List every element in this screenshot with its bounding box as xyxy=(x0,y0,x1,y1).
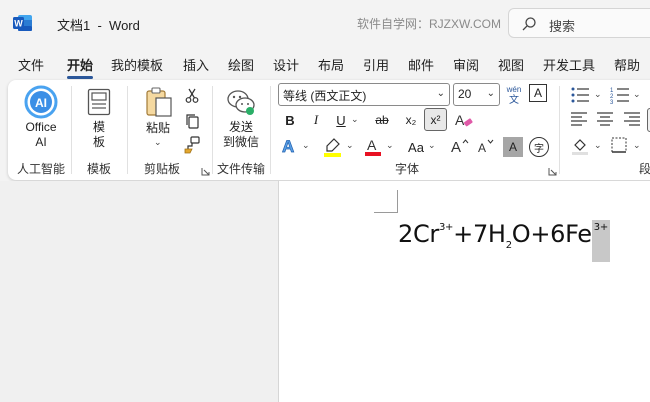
chevron-down-icon[interactable]: ⌄ xyxy=(594,140,602,151)
change-case-button[interactable]: Aa xyxy=(404,136,428,158)
group-label-file-transfer: 文件传输 xyxy=(217,162,266,176)
word-logo-icon: W xyxy=(13,15,32,31)
numbering-icon[interactable]: 123 xyxy=(610,86,630,104)
tab-review[interactable]: 审阅 xyxy=(453,55,479,74)
tab-mailings[interactable]: 邮件 xyxy=(408,55,434,74)
grow-font-icon[interactable]: A xyxy=(450,136,470,156)
title-bar: W 文档1 - Word 软件自学网：RJZXW.COM 搜索 xyxy=(0,0,650,46)
phonetic-guide-button[interactable]: wén 文 xyxy=(505,83,523,106)
chevron-down-icon[interactable]: ⌄ xyxy=(594,89,602,100)
ribbon: AI Office AI 人工智能 模板 模板 粘贴 ⌄ 剪贴板 发送 到微信 … xyxy=(8,80,650,180)
separator xyxy=(127,86,128,174)
font-color-icon[interactable]: A xyxy=(363,136,383,158)
chevron-down-icon[interactable]: ⌄ xyxy=(302,140,310,151)
svg-text:W: W xyxy=(14,19,23,29)
svg-text:3: 3 xyxy=(610,100,614,104)
office-ai-button[interactable]: Office AI xyxy=(21,120,61,150)
shrink-font-icon[interactable]: A xyxy=(476,136,496,156)
group-label-paragraph: 段 xyxy=(639,162,650,176)
search-placeholder: 搜索 xyxy=(549,19,576,34)
dialog-launcher-icon[interactable] xyxy=(201,167,210,176)
tab-my-templates[interactable]: 我的模板 xyxy=(111,55,163,74)
enclose-characters-button[interactable]: 字 xyxy=(529,137,549,157)
selected-superscript[interactable]: 3+ xyxy=(591,220,610,262)
template-button[interactable]: 模板 xyxy=(86,120,112,150)
superscript-button[interactable]: x² xyxy=(424,108,447,131)
search-input[interactable]: 搜索 xyxy=(508,8,650,38)
align-center-icon[interactable] xyxy=(597,112,613,126)
separator xyxy=(559,86,560,174)
tab-design[interactable]: 设计 xyxy=(273,55,299,74)
tab-home[interactable]: 开始 xyxy=(67,55,94,79)
group-label-clipboard: 剪贴板 xyxy=(144,162,181,176)
chevron-down-icon[interactable]: ⌄ xyxy=(346,140,354,151)
wechat-icon[interactable] xyxy=(226,88,256,116)
paste-icon[interactable] xyxy=(144,86,174,118)
tab-insert[interactable]: 插入 xyxy=(183,55,209,74)
svg-text:AI: AI xyxy=(35,96,47,110)
ribbon-tabs: 文件 开始 我的模板 插入 绘图 设计 布局 引用 邮件 审阅 视图 开发工具 … xyxy=(0,50,650,79)
tab-draw[interactable]: 绘图 xyxy=(228,55,254,74)
svg-text:A: A xyxy=(367,137,377,153)
copy-icon[interactable] xyxy=(181,110,203,132)
align-left-icon[interactable] xyxy=(571,112,587,126)
tab-file[interactable]: 文件 xyxy=(18,55,44,74)
strikethrough-button[interactable]: ab xyxy=(371,109,393,131)
chevron-down-icon[interactable]: ⌄ xyxy=(633,140,641,151)
tab-help[interactable]: 帮助 xyxy=(614,55,640,74)
chevron-down-icon[interactable]: ⌄ xyxy=(351,114,359,125)
watermark-text: 软件自学网：RJZXW.COM xyxy=(357,17,501,31)
template-icon[interactable] xyxy=(87,88,111,116)
separator xyxy=(270,86,271,174)
svg-text:A: A xyxy=(455,112,465,128)
chevron-down-icon[interactable]: ⌄ xyxy=(154,137,162,148)
character-border-button[interactable]: A xyxy=(529,84,547,102)
group-label-template: 模板 xyxy=(87,162,112,176)
underline-button[interactable]: U xyxy=(330,109,352,131)
separator xyxy=(71,86,72,174)
equation-text[interactable]: 2Cr3++7H2O+6Fe 3+ xyxy=(398,220,610,262)
shading-icon[interactable] xyxy=(571,137,589,155)
highlight-icon[interactable] xyxy=(322,136,344,158)
format-painter-icon[interactable] xyxy=(181,134,203,156)
text-effects-icon[interactable]: A xyxy=(280,136,300,156)
send-to-wechat-button[interactable]: 发送 到微信 xyxy=(221,120,261,150)
tab-view[interactable]: 视图 xyxy=(498,55,524,74)
svg-text:A: A xyxy=(282,137,294,156)
cut-icon[interactable] xyxy=(181,85,203,107)
svg-text:A: A xyxy=(478,141,486,155)
subscript-button[interactable]: x₂ xyxy=(400,109,422,131)
tab-developer[interactable]: 开发工具 xyxy=(543,55,595,74)
separator xyxy=(212,86,213,174)
document-title: 文档1 - Word xyxy=(57,18,140,33)
chevron-down-icon: ⌄ xyxy=(436,88,445,99)
margin-corner-mark xyxy=(397,190,398,213)
character-shading-button[interactable]: A xyxy=(503,137,523,157)
clear-formatting-icon[interactable]: A xyxy=(454,110,474,130)
tab-layout[interactable]: 布局 xyxy=(318,55,344,74)
font-size-select[interactable]: 20 ⌄ xyxy=(453,83,500,106)
group-label-font: 字体 xyxy=(395,162,420,176)
bold-button[interactable]: B xyxy=(279,109,301,131)
borders-icon[interactable] xyxy=(611,137,627,153)
search-icon xyxy=(522,17,536,31)
font-name-select[interactable]: 等线 (西文正文) ⌄ xyxy=(278,83,450,106)
margin-corner-mark xyxy=(374,212,398,213)
align-right-icon[interactable] xyxy=(624,112,640,126)
chevron-down-icon: ⌄ xyxy=(486,88,495,99)
chevron-down-icon[interactable]: ⌄ xyxy=(633,89,641,100)
dialog-launcher-icon[interactable] xyxy=(548,167,557,176)
svg-text:A: A xyxy=(451,139,461,156)
italic-button[interactable]: I xyxy=(305,109,327,131)
office-ai-icon[interactable]: AI xyxy=(24,85,58,119)
chevron-down-icon[interactable]: ⌄ xyxy=(428,140,436,151)
bullets-icon[interactable] xyxy=(570,86,590,104)
paste-button[interactable]: 粘贴 xyxy=(144,121,172,136)
group-label-ai: 人工智能 xyxy=(17,162,66,176)
chevron-down-icon[interactable]: ⌄ xyxy=(386,140,394,151)
tab-references[interactable]: 引用 xyxy=(363,55,389,74)
document-page[interactable] xyxy=(278,181,650,402)
